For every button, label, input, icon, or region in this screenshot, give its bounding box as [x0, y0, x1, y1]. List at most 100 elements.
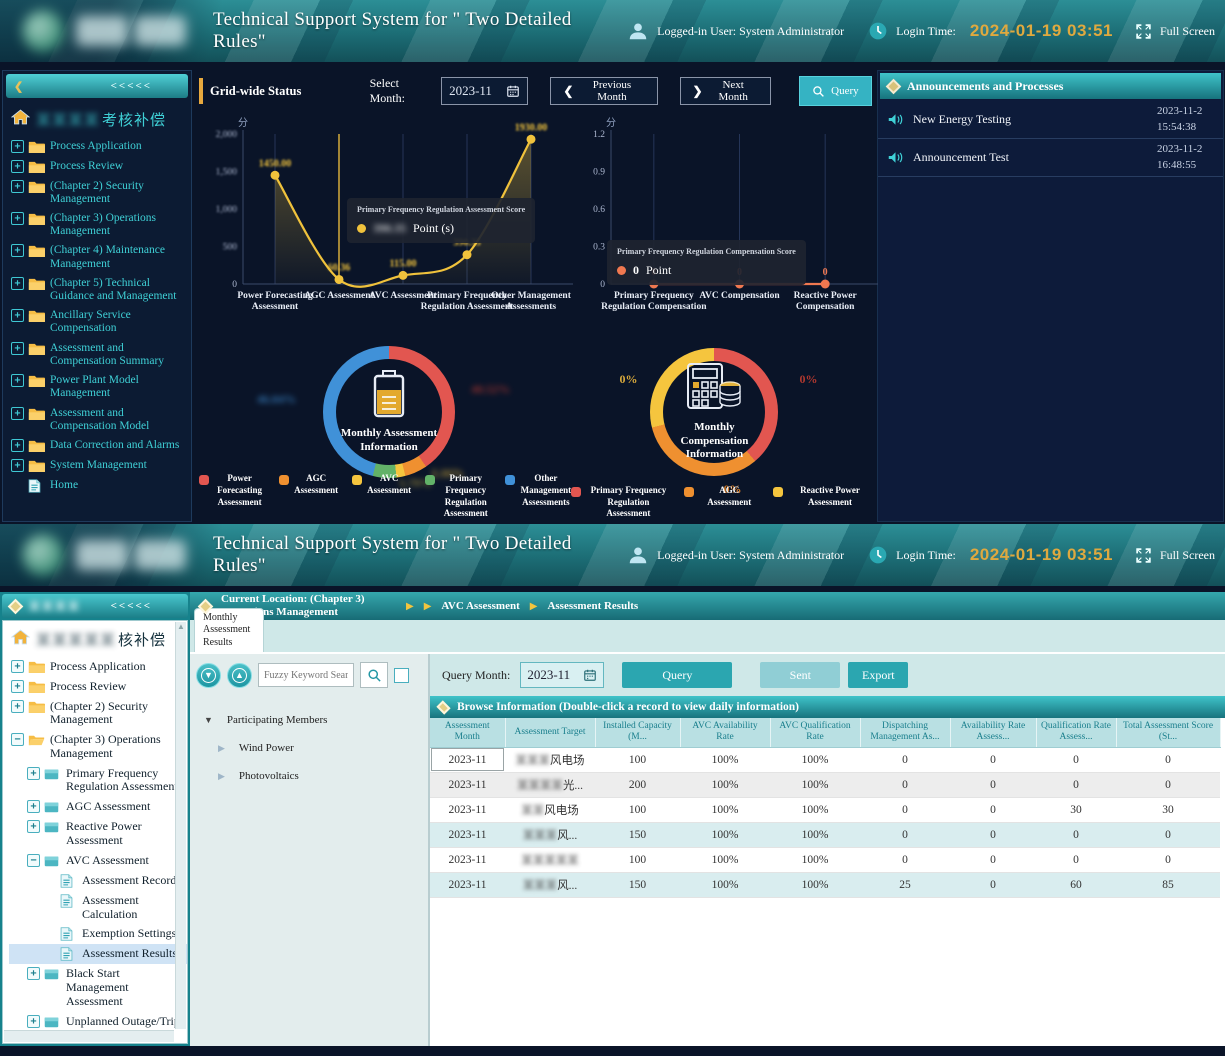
expand-plus-icon[interactable]: +	[11, 459, 24, 472]
expand-plus-icon[interactable]: +	[11, 244, 24, 257]
full-screen-label[interactable]: Full Screen	[1160, 24, 1215, 39]
tree-item-process-review[interactable]: +Process Review	[9, 676, 187, 696]
column-header[interactable]: Qualification Rate Assess...	[1036, 718, 1116, 747]
expand-plus-icon[interactable]: +	[11, 309, 24, 322]
column-header[interactable]: Total Assessment Score (St...	[1116, 718, 1220, 747]
collapse-minus-icon[interactable]: −	[27, 854, 40, 867]
assessment-line-chart[interactable]: 分05001,0001,5002,0001450.0060.36115.0039…	[199, 114, 577, 330]
tree-item-process-application[interactable]: +Process Application	[9, 656, 187, 676]
tree-item-assessment-records[interactable]: Assessment Records	[9, 870, 187, 890]
export-button[interactable]: Export	[848, 662, 908, 688]
expand-plus-icon[interactable]: +	[11, 439, 24, 452]
column-header[interactable]: AVC Availability Rate	[680, 718, 770, 747]
tree-item-assessment-and-compensation-model[interactable]: +Assessment and Compensation Model	[9, 403, 191, 435]
query-month-picker[interactable]: 2023-11	[520, 662, 604, 688]
expand-plus-icon[interactable]: +	[11, 374, 24, 387]
sidebar-collapse-bar[interactable]: ❮ <<<<<	[6, 74, 188, 98]
expand-plus-icon[interactable]: +	[11, 180, 24, 193]
table-row[interactable]: 2023-11某某风电场100100%100%003030	[430, 797, 1220, 822]
expand-plus-icon[interactable]: +	[27, 800, 40, 813]
column-header[interactable]: AVC Qualification Rate	[770, 718, 860, 747]
column-header[interactable]: Dispatching Management As...	[860, 718, 950, 747]
full-screen-icon[interactable]	[1135, 23, 1152, 40]
tree-item-assessment-results[interactable]: Assessment Results	[9, 944, 187, 964]
tree-item-assessment-calculation[interactable]: Assessment Calculation	[9, 890, 187, 924]
sent-button[interactable]: Sent	[760, 662, 840, 688]
expand-plus-icon[interactable]: +	[11, 277, 24, 290]
month-picker[interactable]: 2023-11	[441, 77, 528, 105]
tree-item-chapter-3-operations-management[interactable]: +(Chapter 3) Operations Management	[9, 208, 191, 240]
expand-plus-icon[interactable]: +	[27, 1015, 40, 1028]
table-row[interactable]: 2023-11某某某某某100100%100%0000	[430, 847, 1220, 872]
document-icon	[60, 927, 77, 941]
expand-plus-icon[interactable]: +	[11, 342, 24, 355]
full-screen-icon[interactable]	[1135, 547, 1152, 564]
tree-root[interactable]: 某某某某某核补偿	[9, 625, 187, 656]
table-row[interactable]: 2023-11某某某风...150100%100%2506085	[430, 872, 1220, 897]
tree-item-chapter-2-security-management[interactable]: +(Chapter 2) Security Management	[9, 176, 191, 208]
breadcrumb-assessment-results[interactable]: Assessment Results	[547, 600, 638, 612]
expand-plus-icon[interactable]: +	[11, 160, 24, 173]
column-header[interactable]: Assessment Month	[430, 718, 505, 747]
monthly-compensation-donut[interactable]: Monthly Compensation Information0%0%0%Pr…	[571, 330, 872, 524]
expand-plus-icon[interactable]: +	[11, 140, 24, 153]
tree-item-home[interactable]: Home	[9, 476, 191, 496]
column-header[interactable]: Installed Capacity (M...	[595, 718, 680, 747]
tree-item-chapter-2-security-management[interactable]: +(Chapter 2) Security Management	[9, 696, 187, 730]
tree-item-exemption-settings[interactable]: Exemption Settings	[9, 924, 187, 944]
members-item-wind-power[interactable]: ▶ Wind Power	[218, 742, 422, 754]
tree-item-black-start-management-assessment[interactable]: +Black Start Management Assessment	[9, 964, 187, 1011]
tree-item-ancillary-service-compensation[interactable]: +Ancillary Service Compensation	[9, 306, 191, 338]
table-row[interactable]: 2023-11某某某风电场100100%100%0000	[430, 747, 1220, 772]
tree-item-avc-assessment[interactable]: −AVC Assessment	[9, 850, 187, 870]
vertical-scrollbar[interactable]: ▲	[175, 622, 186, 1029]
query-button[interactable]: Query	[799, 76, 872, 106]
tree-item-agc-assessment[interactable]: +AGC Assessment	[9, 797, 187, 817]
tree-item-chapter-5-technical-guidance-and-management[interactable]: +(Chapter 5) Technical Guidance and Mana…	[9, 273, 191, 305]
monthly-assessment-donut[interactable]: Monthly Assessment Information46.04%40.5…	[199, 330, 571, 524]
horizontal-scrollbar[interactable]	[4, 1030, 174, 1042]
tree-item-system-management[interactable]: +System Management	[9, 456, 191, 476]
expand-all-button[interactable]: ▼	[196, 663, 221, 688]
next-month-button[interactable]: ❯Next Month	[680, 77, 771, 105]
tree-item-power-plant-model-management[interactable]: +Power Plant Model Management	[9, 371, 191, 403]
sidebar-collapse-bar[interactable]: 某某某某 <<<<<	[2, 594, 188, 618]
full-screen-label[interactable]: Full Screen	[1160, 548, 1215, 563]
search-button[interactable]	[360, 662, 388, 688]
expand-plus-icon[interactable]: +	[11, 407, 24, 420]
tree-item-process-application[interactable]: +Process Application	[9, 136, 191, 156]
column-header[interactable]: Assessment Target	[505, 718, 595, 747]
expand-plus-icon[interactable]: +	[11, 212, 24, 225]
query-button[interactable]: Query	[622, 662, 732, 688]
members-root[interactable]: ▼ Participating Members	[204, 714, 422, 726]
breadcrumb-avc-assessment[interactable]: AVC Assessment	[441, 600, 519, 612]
filter-checkbox[interactable]	[394, 668, 409, 683]
previous-month-button[interactable]: ❮Previous Month	[550, 77, 657, 105]
expand-plus-icon[interactable]: +	[27, 767, 40, 780]
tree-item-reactive-power-assessment[interactable]: +Reactive Power Assessment	[9, 817, 187, 851]
announcement-item[interactable]: New Energy Testing2023-11-215:54:38	[878, 101, 1223, 139]
table-row[interactable]: 2023-11某某某风...150100%100%0000	[430, 822, 1220, 847]
back-arrow-icon[interactable]: ❮	[14, 80, 25, 93]
expand-plus-icon[interactable]: +	[27, 967, 40, 980]
fuzzy-search-input[interactable]	[258, 663, 354, 687]
tree-item-chapter-3-operations-management[interactable]: −(Chapter 3) Operations Management	[9, 730, 187, 764]
tree-item-data-correction-and-alarms[interactable]: +Data Correction and Alarms	[9, 436, 191, 456]
expand-plus-icon[interactable]: +	[11, 700, 24, 713]
members-item-photovoltaics[interactable]: ▶ Photovoltaics	[218, 770, 422, 782]
announcement-item[interactable]: Announcement Test2023-11-216:48:55	[878, 139, 1223, 177]
column-header[interactable]: Availability Rate Assess...	[950, 718, 1036, 747]
expand-plus-icon[interactable]: +	[11, 660, 24, 673]
tree-item-chapter-4-maintenance-management[interactable]: +(Chapter 4) Maintenance Management	[9, 241, 191, 273]
tree-root[interactable]: 某某某某考核补偿	[9, 105, 191, 136]
tree-item-assessment-and-compensation-summary[interactable]: +Assessment and Compensation Summary	[9, 338, 191, 370]
masked-target-text: 某某某某	[517, 780, 563, 792]
collapse-all-button[interactable]: ▲	[227, 663, 252, 688]
table-row[interactable]: 2023-11某某某某光...200100%100%0000	[430, 772, 1220, 797]
compensation-line-chart[interactable]: 分00.30.60.91.2000Primary FrequencyRegula…	[577, 114, 882, 330]
expand-plus-icon[interactable]: +	[11, 680, 24, 693]
tree-item-primary-frequency-regulation-assessment[interactable]: +Primary Frequency Regulation Assessment	[9, 763, 187, 797]
expand-plus-icon[interactable]: +	[27, 820, 40, 833]
collapse-minus-icon[interactable]: −	[11, 733, 24, 746]
tree-item-process-review[interactable]: +Process Review	[9, 156, 191, 176]
